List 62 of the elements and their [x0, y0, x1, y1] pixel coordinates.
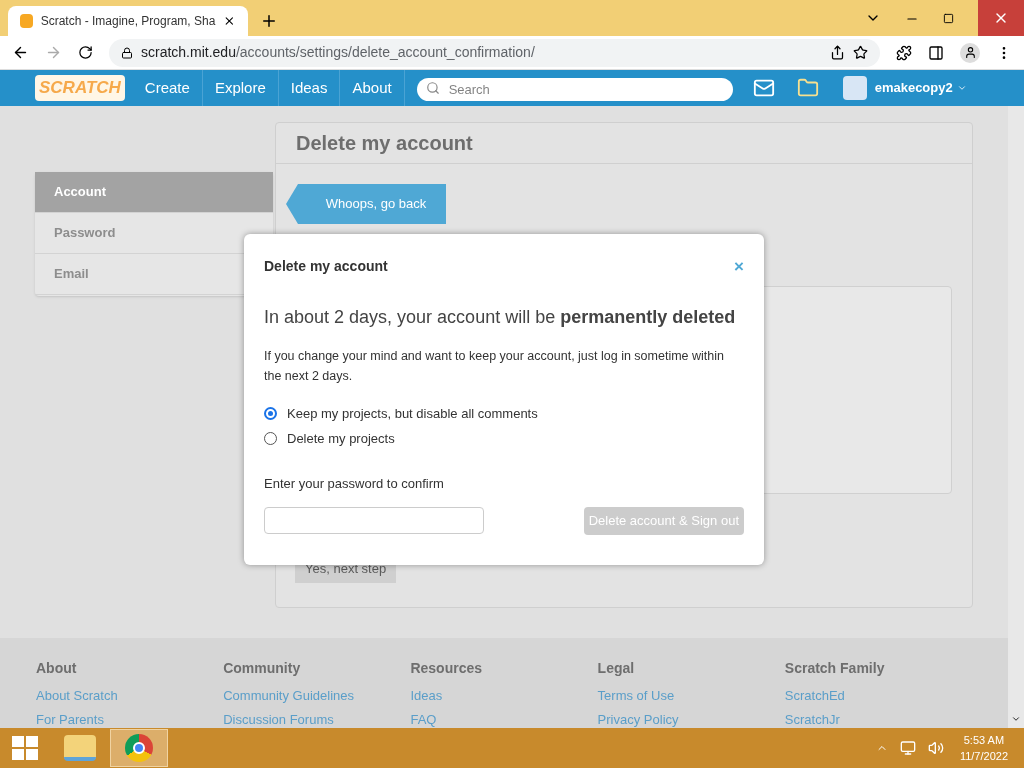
- browser-tab[interactable]: Scratch - Imagine, Program, Sha: [8, 6, 248, 36]
- messages-envelope-icon[interactable]: [752, 77, 775, 99]
- footer-link[interactable]: About Scratch: [36, 686, 224, 706]
- username-menu[interactable]: emakecopy2: [874, 78, 967, 98]
- footer-heading: About: [36, 659, 78, 678]
- footer-link[interactable]: ScratchEd: [784, 686, 972, 706]
- maximize-icon[interactable]: [943, 13, 954, 24]
- volume-icon[interactable]: [927, 740, 944, 756]
- chrome-icon: [125, 734, 153, 762]
- footer-link[interactable]: Community Guidelines: [223, 686, 411, 706]
- dialog-body-text: If you change your mind and want to keep your account, just log in sometime within the next 2 days.: [264, 348, 725, 385]
- password-label: Enter your password to confirm: [264, 475, 445, 493]
- footer-link[interactable]: Discussion Forums: [223, 709, 411, 729]
- footer-link[interactable]: Privacy Policy: [597, 709, 785, 729]
- radio-option[interactable]: Keep my projects, but disable all comments: [264, 404, 744, 423]
- footer-heading: Scratch Family: [784, 659, 886, 678]
- bookmark-star-icon[interactable]: [853, 45, 868, 60]
- side-panel-icon[interactable]: [928, 44, 944, 61]
- caret-icon: [956, 83, 967, 93]
- footer-heading: Resources: [410, 659, 483, 678]
- close-icon[interactable]: [223, 14, 236, 28]
- footer-link[interactable]: FAQ: [410, 709, 598, 729]
- search-icon: [425, 80, 440, 95]
- footer-link[interactable]: For Parents: [36, 709, 224, 729]
- nav-link[interactable]: About: [340, 70, 405, 106]
- share-icon[interactable]: [830, 45, 845, 60]
- nav-link[interactable]: Create: [132, 70, 203, 106]
- footer-heading: Legal: [597, 659, 636, 678]
- dialog-heading: In about 2 days, your account will be permanently deleted: [264, 306, 737, 329]
- search-field[interactable]: Search: [416, 77, 733, 101]
- tab-title: Scratch - Imagine, Program, Sha: [40, 13, 216, 30]
- extensions-icon[interactable]: [896, 44, 912, 61]
- scrollbar[interactable]: [1008, 106, 1024, 728]
- url-field[interactable]: scratch.mit.edu/accounts/settings/delete_account_confirmation/: [109, 38, 880, 67]
- my-stuff-folder-icon[interactable]: [796, 77, 819, 99]
- reload-icon[interactable]: [78, 45, 93, 60]
- url-text: scratch.mit.edu/accounts/settings/delete_account_confirmation/: [141, 43, 536, 62]
- chrome-taskbar-button[interactable]: [110, 729, 168, 767]
- footer-link[interactable]: Terms of Use: [597, 686, 785, 706]
- radio-option[interactable]: Delete my projects: [264, 429, 744, 448]
- nav-link[interactable]: Ideas: [278, 70, 341, 106]
- lock-icon: [121, 46, 133, 59]
- radio-icon[interactable]: [264, 407, 277, 420]
- page-title: Delete my account: [296, 131, 473, 156]
- password-field[interactable]: [264, 507, 484, 534]
- network-icon[interactable]: [899, 740, 916, 756]
- scratch-favicon-icon: [20, 14, 33, 28]
- footer-heading: Community: [223, 659, 302, 678]
- footer-link[interactable]: Ideas: [410, 686, 598, 706]
- avatar-icon: [842, 76, 867, 100]
- back-button[interactable]: Whoops, go back: [286, 184, 446, 224]
- close-button[interactable]: ×: [734, 258, 744, 275]
- new-tab-icon[interactable]: [260, 12, 278, 30]
- nav-link[interactable]: Explore: [202, 70, 279, 106]
- profile-avatar-icon[interactable]: [960, 42, 980, 63]
- sidebar-item[interactable]: Account: [35, 172, 273, 213]
- clock[interactable]: 5:53 AM 11/7/2022: [959, 732, 1008, 764]
- windows-start-icon[interactable]: [12, 736, 38, 760]
- back-icon[interactable]: [12, 44, 29, 61]
- scroll-down-icon[interactable]: [1011, 714, 1021, 724]
- scratch-logo[interactable]: SCRATCH: [35, 75, 125, 101]
- footer-link[interactable]: ScratchJr: [784, 709, 972, 729]
